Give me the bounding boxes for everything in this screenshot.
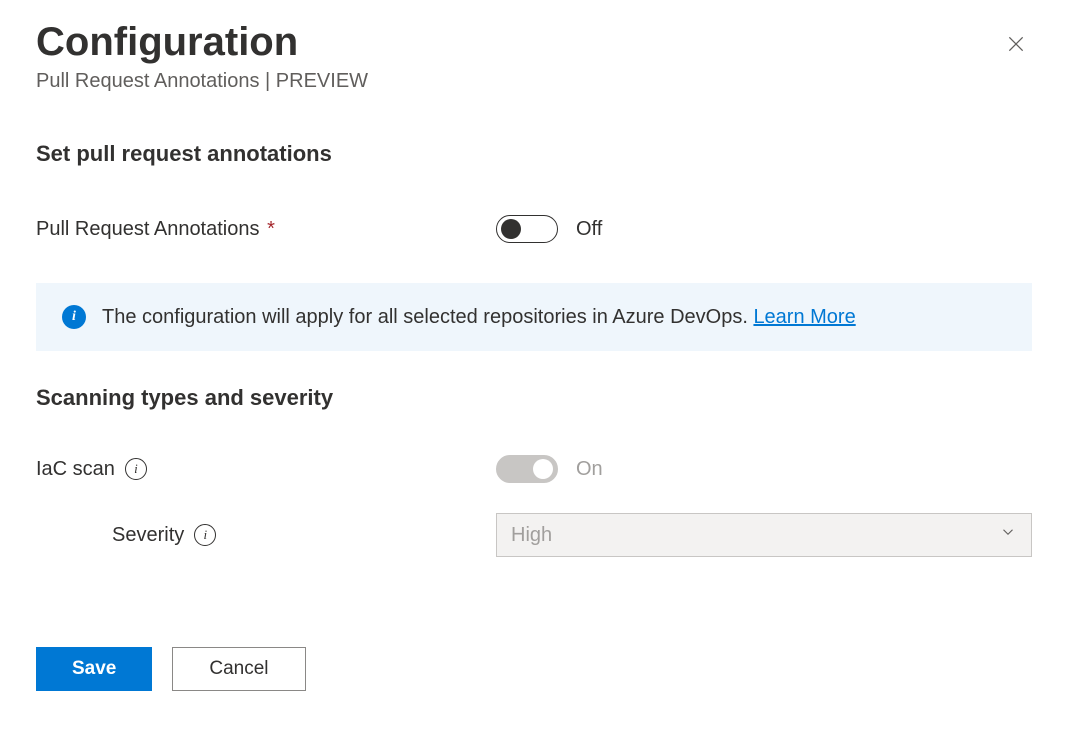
iac-scan-toggle: [496, 455, 558, 483]
iac-scan-label: IaC scan i: [36, 458, 496, 481]
severity-label: Severity i: [112, 524, 496, 547]
learn-more-link[interactable]: Learn More: [753, 306, 855, 328]
info-icon: i: [62, 305, 86, 329]
info-text: The configuration will apply for all sel…: [102, 306, 753, 328]
info-icon[interactable]: i: [125, 458, 147, 480]
iac-scan-toggle-state: On: [576, 458, 603, 481]
pr-annotations-toggle-state: Off: [576, 218, 602, 241]
info-banner: i The configuration will apply for all s…: [36, 283, 1032, 351]
toggle-knob: [533, 459, 553, 479]
pr-annotations-label: Pull Request Annotations *: [36, 218, 496, 241]
save-button[interactable]: Save: [36, 647, 152, 691]
toggle-knob: [501, 219, 521, 239]
severity-value: High: [511, 524, 552, 547]
close-icon: [1006, 42, 1026, 57]
info-icon[interactable]: i: [194, 524, 216, 546]
close-button[interactable]: [1000, 28, 1032, 63]
chevron-down-icon: [999, 523, 1017, 547]
page-title: Configuration: [36, 20, 368, 64]
required-indicator: *: [267, 218, 275, 240]
cancel-button[interactable]: Cancel: [172, 647, 305, 691]
section-heading-scanning: Scanning types and severity: [36, 385, 1032, 411]
section-heading-pr-annotations: Set pull request annotations: [36, 141, 1032, 167]
pr-annotations-toggle[interactable]: [496, 215, 558, 243]
page-subtitle: Pull Request Annotations | PREVIEW: [36, 70, 368, 93]
severity-select: High: [496, 513, 1032, 557]
